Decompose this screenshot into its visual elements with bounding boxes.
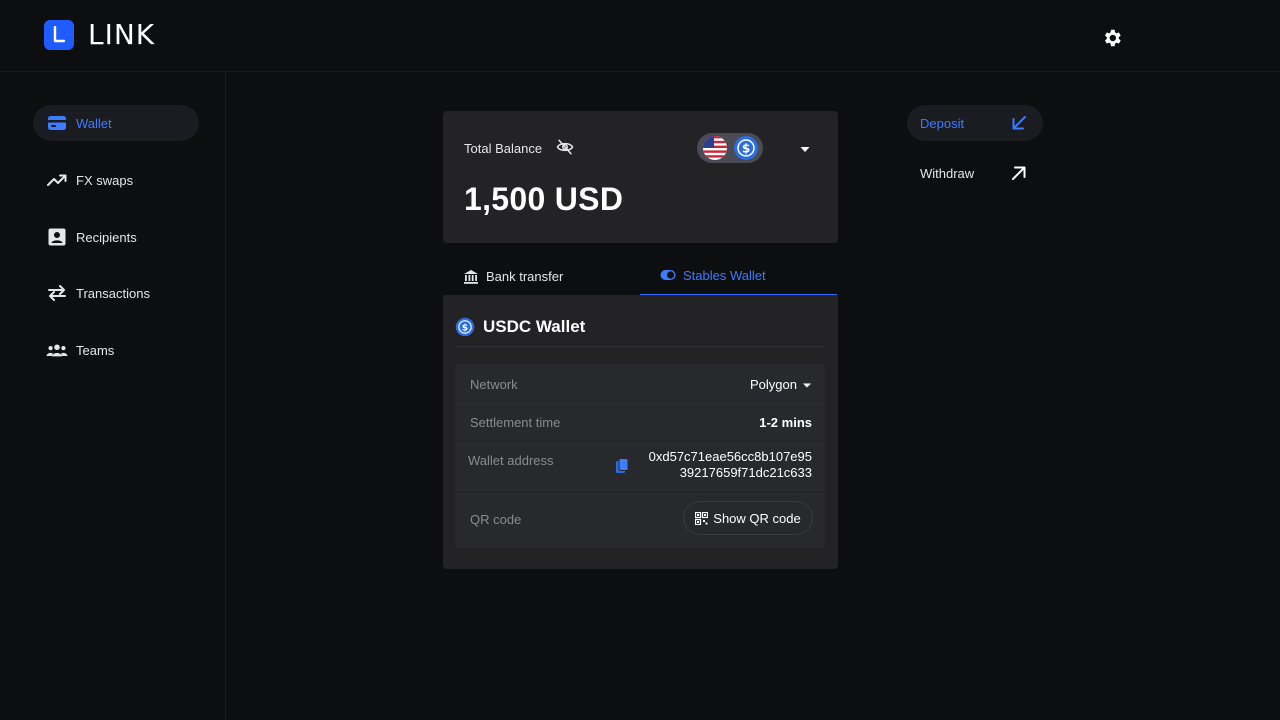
settlement-label: Settlement time	[470, 415, 561, 430]
balance-amount: 1,500 USD	[464, 181, 624, 217]
network-select[interactable]: Polygon	[750, 377, 812, 392]
deposit-button[interactable]: Deposit	[907, 105, 1043, 141]
us-flag-icon	[702, 135, 728, 161]
tab-bank-transfer[interactable]: Bank transfer	[463, 256, 563, 296]
settlement-value: 1-2 mins	[759, 415, 812, 430]
wallet-icon	[46, 112, 68, 134]
copy-icon[interactable]	[615, 458, 631, 474]
app-name: LINK	[88, 18, 156, 51]
trending-up-icon	[46, 169, 68, 191]
network-label: Network	[470, 377, 518, 392]
toggle-icon	[660, 267, 676, 283]
tab-label: Stables Wallet	[683, 267, 766, 283]
people-icon	[46, 339, 68, 361]
chevron-down-icon[interactable]	[797, 141, 813, 157]
arrow-down-left-icon	[1009, 113, 1029, 133]
sidebar-item-label: Transactions	[76, 285, 150, 301]
svg-text:$: $	[742, 142, 750, 156]
arrow-up-right-icon	[1009, 163, 1029, 183]
show-qr-code-label: Show QR code	[713, 510, 801, 526]
svg-text:$: $	[462, 322, 468, 333]
settings-gear-icon[interactable]	[1100, 26, 1124, 50]
chevron-down-icon	[802, 380, 812, 390]
tab-stables-wallet[interactable]: Stables Wallet	[640, 256, 837, 296]
sidebar-item-label: Recipients	[76, 229, 137, 245]
transfer-tabs: Bank transfer Stables Wallet	[443, 256, 838, 296]
app-logo[interactable]: LINK	[44, 18, 155, 51]
settlement-row: Settlement time 1-2 mins	[455, 402, 825, 441]
wallet-card: $ USDC Wallet Network Polygon Settlement…	[443, 295, 838, 569]
network-row: Network Polygon	[455, 364, 825, 402]
sidebar-item-recipients[interactable]: Recipients	[33, 219, 199, 255]
wallet-header: $ USDC Wallet	[455, 317, 823, 347]
wallet-address-line: 39217659f71dc21c633	[679, 465, 812, 480]
wallet-details: Network Polygon Settlement time 1-2 mins…	[455, 364, 825, 548]
show-qr-code-button[interactable]: Show QR code	[683, 501, 813, 535]
sidebar-item-wallet[interactable]: Wallet	[33, 105, 199, 141]
swap-arrows-icon	[46, 282, 68, 304]
balance-card: Total Balance $ 1,500 USD	[443, 111, 838, 243]
top-bar: LINK	[0, 0, 1280, 72]
withdraw-button[interactable]: Withdraw	[907, 155, 1043, 191]
sidebar-item-label: FX swaps	[76, 172, 134, 188]
logo-mark-icon	[44, 19, 74, 50]
withdraw-label: Withdraw	[920, 165, 975, 181]
wallet-title: USDC Wallet	[483, 317, 586, 336]
qr-code-icon	[695, 511, 709, 525]
bank-icon	[463, 268, 479, 284]
sidebar-item-teams[interactable]: Teams	[33, 332, 199, 368]
usdc-icon: $	[455, 317, 475, 337]
eye-off-icon[interactable]	[556, 138, 576, 158]
currency-selector[interactable]: $	[697, 133, 763, 163]
sidebar-item-fx-swaps[interactable]: FX swaps	[33, 162, 199, 198]
usdc-icon: $	[733, 135, 759, 161]
wallet-address-row: Wallet address 0xd57c71eae56cc8b107e95 3…	[455, 441, 825, 493]
sidebar-item-label: Wallet	[76, 115, 112, 131]
wallet-address-value: 0xd57c71eae56cc8b107e95 39217659f71dc21c…	[649, 449, 812, 481]
contact-icon	[46, 226, 68, 248]
sidebar-item-label: Teams	[76, 342, 115, 358]
qr-code-label: QR code	[470, 512, 522, 527]
tab-label: Bank transfer	[486, 268, 564, 284]
sidebar-item-transactions[interactable]: Transactions	[33, 275, 199, 311]
sidebar: Wallet FX swaps Recipients Transactions …	[0, 72, 226, 720]
wallet-address-label: Wallet address	[468, 453, 554, 468]
total-balance-label: Total Balance	[464, 141, 543, 156]
deposit-label: Deposit	[920, 115, 965, 131]
wallet-address-line: 0xd57c71eae56cc8b107e95	[648, 449, 812, 464]
network-value: Polygon	[750, 377, 797, 392]
qr-code-row: QR code Show QR code	[455, 493, 825, 548]
